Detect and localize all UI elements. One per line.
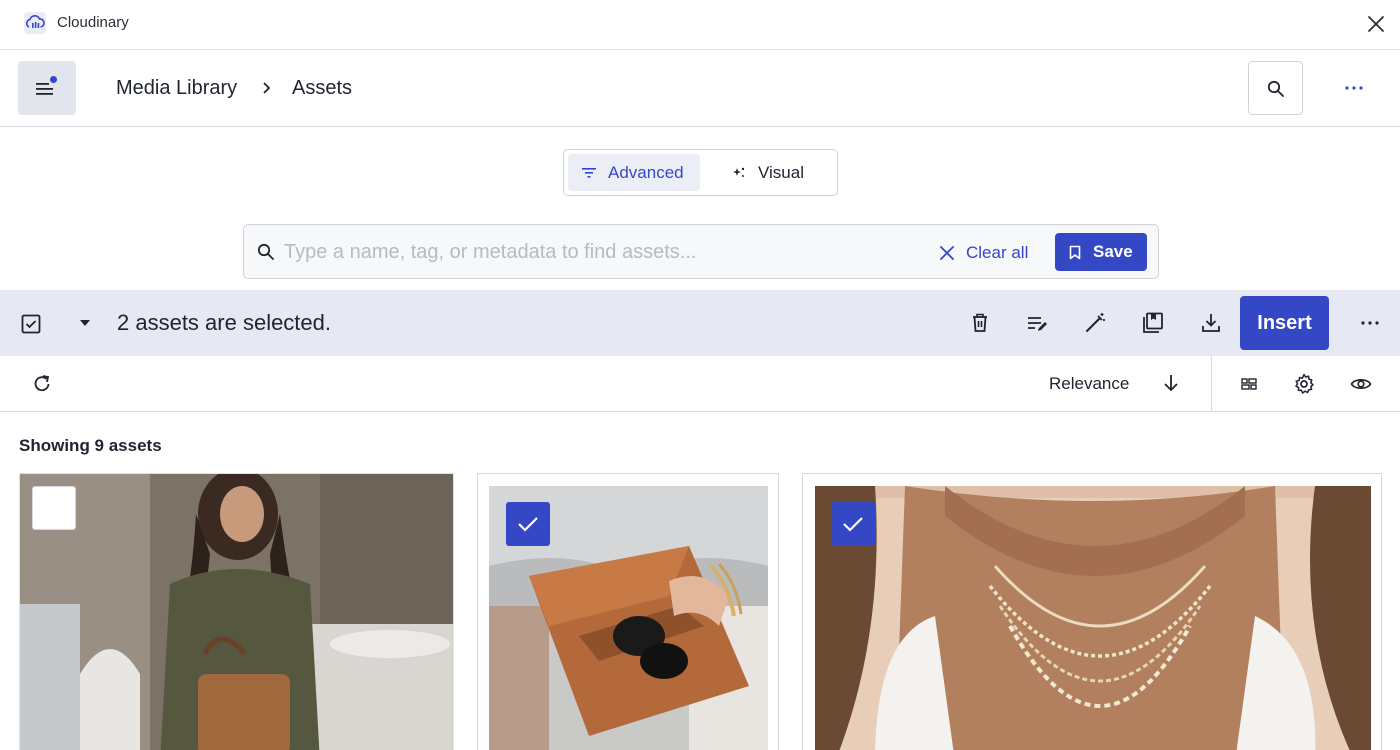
clear-all-label: Clear all <box>966 243 1029 262</box>
search-mode-toggle: Advanced Visual <box>563 149 838 196</box>
trash-icon[interactable] <box>968 311 992 335</box>
asset-card[interactable] <box>19 473 454 750</box>
caret-down-icon[interactable] <box>78 317 92 329</box>
eye-icon[interactable] <box>1349 372 1373 396</box>
chevron-right-icon <box>260 80 274 96</box>
header-search-button[interactable] <box>1248 61 1303 115</box>
asset-checkbox[interactable] <box>506 502 550 546</box>
magic-wand-icon[interactable] <box>1083 311 1107 335</box>
sparkle-icon <box>728 166 758 180</box>
asset-card[interactable] <box>477 473 779 750</box>
save-label: Save <box>1093 242 1133 261</box>
advanced-label: Advanced <box>608 162 684 182</box>
insert-button[interactable]: Insert <box>1240 296 1329 350</box>
asset-search-bar: Clear all Save <box>243 224 1159 279</box>
save-search-button[interactable]: Save <box>1055 233 1147 271</box>
asset-search-input[interactable] <box>284 235 924 269</box>
asset-card[interactable] <box>802 473 1382 750</box>
select-all-checkbox[interactable] <box>21 314 41 334</box>
selection-bar: 2 assets are selected. Insert <box>0 290 1400 356</box>
cloudinary-logo-icon <box>24 12 46 34</box>
app-title: Cloudinary <box>57 14 129 31</box>
toolbar-divider <box>1211 356 1212 412</box>
arrow-down-icon[interactable] <box>1161 372 1181 394</box>
close-window-button[interactable] <box>1365 13 1387 35</box>
notification-dot <box>50 76 57 83</box>
search-icon <box>257 243 275 261</box>
download-icon[interactable] <box>1199 311 1223 335</box>
filter-icon <box>568 167 608 179</box>
asset-checkbox[interactable] <box>32 486 76 530</box>
header-more-button[interactable] <box>1335 74 1373 102</box>
window-title-bar: Cloudinary <box>0 0 1400 50</box>
edit-list-icon[interactable] <box>1025 311 1049 335</box>
showing-count: Showing 9 assets <box>19 436 162 455</box>
more-horizontal-icon <box>1335 74 1373 102</box>
results-toolbar: Relevance <box>0 356 1400 412</box>
refresh-icon[interactable] <box>31 373 53 395</box>
advanced-search-tab[interactable]: Advanced <box>568 154 700 191</box>
clear-all-button[interactable]: Clear all <box>939 241 1028 265</box>
asset-thumbnail <box>815 486 1371 750</box>
asset-thumbnail <box>20 474 453 750</box>
bookmark-icon <box>1055 245 1093 260</box>
visual-search-tab[interactable]: Visual <box>728 154 828 191</box>
grid-view-icon[interactable] <box>1237 372 1261 396</box>
breadcrumb-assets: Assets <box>292 77 353 99</box>
selection-count-text: 2 assets are selected. <box>117 310 332 335</box>
header: Media Library Assets <box>0 50 1400 127</box>
close-icon <box>939 245 966 261</box>
menu-button[interactable] <box>18 61 76 115</box>
settings-icon[interactable] <box>1292 372 1316 396</box>
more-horizontal-icon[interactable] <box>1355 310 1385 336</box>
sort-select[interactable]: Relevance <box>1049 374 1129 394</box>
visual-label: Visual <box>758 162 804 182</box>
breadcrumb-media-library[interactable]: Media Library <box>116 77 237 100</box>
asset-checkbox[interactable] <box>831 502 875 546</box>
collection-icon[interactable] <box>1141 311 1165 335</box>
